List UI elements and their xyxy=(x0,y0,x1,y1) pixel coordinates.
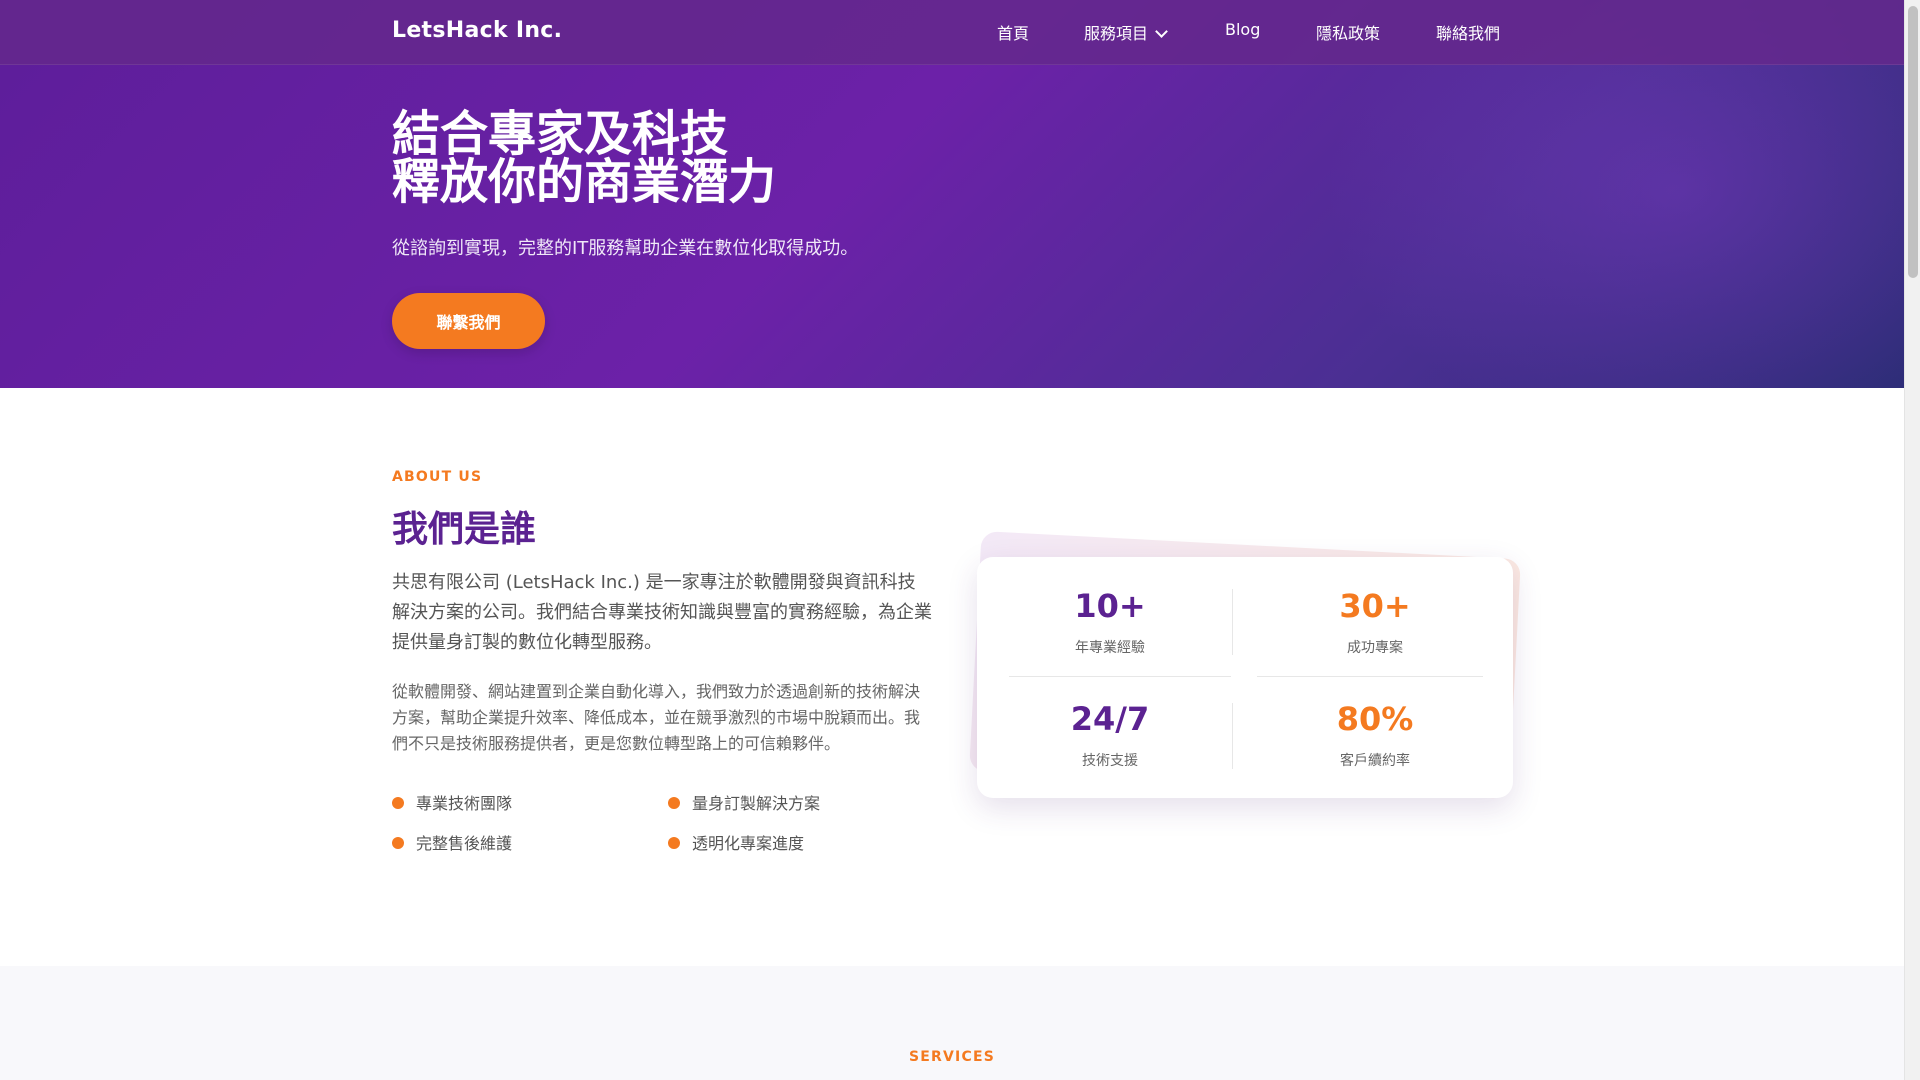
divider xyxy=(1232,589,1233,655)
about-eyebrow: ABOUT US xyxy=(392,469,483,485)
list-item: 專業技術團隊 xyxy=(392,790,512,814)
chevron-down-icon xyxy=(1155,25,1168,38)
stat-value: 30+ xyxy=(1339,587,1411,625)
scrollbar-thumb[interactable] xyxy=(1908,6,1918,278)
feature-label: 透明化專案進度 xyxy=(692,834,805,853)
feature-label: 完整售後維護 xyxy=(416,834,513,853)
nav-menu: 首頁 服務項目 Blog 隱私政策 聯絡我們 xyxy=(0,20,1904,44)
navbar: LetsHack Inc. 首頁 服務項目 Blog 隱私政策 聯絡我們 xyxy=(0,0,1904,65)
stat-label: 客戶續約率 xyxy=(1340,753,1410,769)
stat-projects: 30+ 成功專案 xyxy=(1265,587,1485,657)
hero-content: 結合專家及科技 釋放你的商業潛力 從諮詢到實現，完整的IT服務幫助企業在數位化取… xyxy=(392,110,858,260)
divider xyxy=(1257,676,1483,677)
list-item: 完整售後維護 xyxy=(392,830,512,854)
stat-renewal: 80% 客戶續約率 xyxy=(1265,700,1485,770)
stat-label: 技術支援 xyxy=(1082,753,1138,769)
stat-years: 10+ 年專業經驗 xyxy=(1000,587,1220,657)
nav-item-home[interactable]: 首頁 xyxy=(997,20,1029,44)
stats-card: 10+ 年專業經驗 30+ 成功專案 24/7 技術支援 80% 客戶續約率 xyxy=(977,557,1513,798)
list-item: 透明化專案進度 xyxy=(668,830,804,854)
divider xyxy=(1232,703,1233,769)
nav-item-services-label: 服務項目 xyxy=(1084,24,1149,43)
feature-label: 量身訂製解決方案 xyxy=(692,794,821,813)
stat-support: 24/7 技術支援 xyxy=(1000,700,1220,770)
page-scrollbar[interactable] xyxy=(1904,0,1920,1080)
stat-value: 80% xyxy=(1336,700,1414,738)
about-paragraph-1: 共思有限公司 (LetsHack Inc.) 是一家專注於軟體開發與資訊科技解決… xyxy=(392,572,932,653)
stat-value: 24/7 xyxy=(1070,700,1150,738)
divider xyxy=(1009,676,1231,677)
stat-label: 年專業經驗 xyxy=(1075,640,1145,656)
hero-subtitle: 從諮詢到實現，完整的IT服務幫助企業在數位化取得成功。 xyxy=(392,238,859,259)
feature-label: 專業技術團隊 xyxy=(416,794,513,813)
list-item: 量身訂製解決方案 xyxy=(668,790,820,814)
hero-title-line2: 釋放你的商業潛力 xyxy=(392,154,777,210)
stat-label: 成功專案 xyxy=(1347,640,1403,656)
nav-item-privacy[interactable]: 隱私政策 xyxy=(1316,20,1380,44)
hero-title: 結合專家及科技 釋放你的商業潛力 xyxy=(392,110,858,206)
bullet-dot-icon xyxy=(668,837,680,849)
contact-us-button[interactable]: 聯繫我們 xyxy=(392,293,545,349)
services-eyebrow: SERVICES xyxy=(909,1049,995,1065)
bullet-dot-icon xyxy=(392,797,404,809)
about-title: 我們是誰 xyxy=(392,509,537,550)
bullet-dot-icon xyxy=(392,837,404,849)
nav-item-services[interactable]: 服務項目 xyxy=(1084,20,1168,44)
bullet-dot-icon xyxy=(668,797,680,809)
nav-item-contact[interactable]: 聯絡我們 xyxy=(1436,20,1500,44)
hero-section: LetsHack Inc. 首頁 服務項目 Blog 隱私政策 聯絡我們 結合專… xyxy=(0,0,1904,388)
nav-item-blog[interactable]: Blog xyxy=(1225,20,1260,39)
stat-value: 10+ xyxy=(1074,587,1146,625)
about-paragraph-2: 從軟體開發、網站建置到企業自動化導入，我們致力於透過創新的技術解決方案，幫助企業… xyxy=(392,682,921,753)
